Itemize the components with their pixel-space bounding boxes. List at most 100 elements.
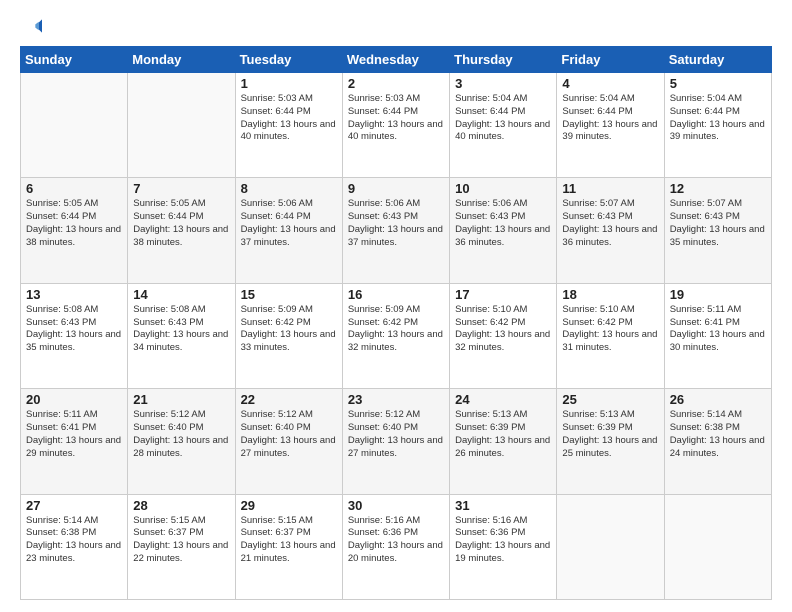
day-number: 15: [241, 287, 337, 302]
calendar-header-thursday: Thursday: [450, 47, 557, 73]
day-number: 20: [26, 392, 122, 407]
cell-info: Sunrise: 5:14 AM Sunset: 6:38 PM Dayligh…: [26, 515, 122, 566]
calendar-cell: [557, 494, 664, 599]
cell-info: Sunrise: 5:11 AM Sunset: 6:41 PM Dayligh…: [670, 304, 766, 355]
day-number: 17: [455, 287, 551, 302]
day-number: 3: [455, 76, 551, 91]
calendar-cell: 27 Sunrise: 5:14 AM Sunset: 6:38 PM Dayli…: [21, 494, 128, 599]
calendar-cell: 12 Sunrise: 5:07 AM Sunset: 6:43 PM Dayli…: [664, 178, 771, 283]
page: SundayMondayTuesdayWednesdayThursdayFrid…: [0, 0, 792, 612]
calendar-cell: 15 Sunrise: 5:09 AM Sunset: 6:42 PM Dayli…: [235, 283, 342, 388]
calendar-week-row: 6 Sunrise: 5:05 AM Sunset: 6:44 PM Daylig…: [21, 178, 772, 283]
calendar-cell: 1Sunrise: 5:03 AM Sunset: 6:44 PM Daylig…: [235, 73, 342, 178]
cell-info: Sunrise: 5:06 AM Sunset: 6:44 PM Dayligh…: [241, 198, 337, 249]
calendar-cell: 31 Sunrise: 5:16 AM Sunset: 6:36 PM Dayli…: [450, 494, 557, 599]
cell-info: Sunrise: 5:16 AM Sunset: 6:36 PM Dayligh…: [455, 515, 551, 566]
cell-info: Sunrise: 5:15 AM Sunset: 6:37 PM Dayligh…: [241, 515, 337, 566]
calendar-cell: 3 Sunrise: 5:04 AM Sunset: 6:44 PM Daylig…: [450, 73, 557, 178]
day-number: 10: [455, 181, 551, 196]
day-number: 23: [348, 392, 444, 407]
calendar-cell: [664, 494, 771, 599]
cell-info: Sunrise: 5:07 AM Sunset: 6:43 PM Dayligh…: [562, 198, 658, 249]
calendar-cell: 16Sunrise: 5:09 AM Sunset: 6:42 PM Dayli…: [342, 283, 449, 388]
calendar-header-wednesday: Wednesday: [342, 47, 449, 73]
day-number: 2: [348, 76, 444, 91]
cell-info: Sunrise: 5:08 AM Sunset: 6:43 PM Dayligh…: [26, 304, 122, 355]
cell-info: Sunrise: 5:15 AM Sunset: 6:37 PM Dayligh…: [133, 515, 229, 566]
logo-icon: [22, 16, 42, 36]
cell-info: Sunrise: 5:12 AM Sunset: 6:40 PM Dayligh…: [133, 409, 229, 460]
calendar-cell: [128, 73, 235, 178]
calendar-week-row: 13 Sunrise: 5:08 AM Sunset: 6:43 PM Dayli…: [21, 283, 772, 388]
day-number: 11: [562, 181, 658, 196]
cell-info: Sunrise: 5:13 AM Sunset: 6:39 PM Dayligh…: [455, 409, 551, 460]
calendar-cell: 10 Sunrise: 5:06 AM Sunset: 6:43 PM Dayli…: [450, 178, 557, 283]
day-number: 4: [562, 76, 658, 91]
day-number: 28: [133, 498, 229, 513]
cell-info: Sunrise: 5:06 AM Sunset: 6:43 PM Dayligh…: [455, 198, 551, 249]
calendar-week-row: 1 Sunrise: 5:03 AM Sunset: 6:44 PM Daylig…: [21, 73, 772, 178]
day-number: 7: [133, 181, 229, 196]
cell-info: Sunrise: 5:14 AM Sunset: 6:38 PM Dayligh…: [670, 409, 766, 460]
calendar-cell: 20 Sunrise: 5:11 AM Sunset: 6:41 PM Dayli…: [21, 389, 128, 494]
day-number: 18: [562, 287, 658, 302]
day-number: 14: [133, 287, 229, 302]
calendar-cell: 13 Sunrise: 5:08 AM Sunset: 6:43 PM Dayli…: [21, 283, 128, 388]
day-number: 16: [348, 287, 444, 302]
cell-info: Sunrise: 5:04 AM Sunset: 6:44 PM Dayligh…: [670, 93, 766, 144]
calendar-cell: 30Sunrise: 5:16 AM Sunset: 6:36 PM Dayli…: [342, 494, 449, 599]
logo: [20, 16, 42, 36]
cell-info: Sunrise: 5:07 AM Sunset: 6:43 PM Dayligh…: [670, 198, 766, 249]
day-number: 29: [241, 498, 337, 513]
calendar-cell: 25Sunrise: 5:13 AM Sunset: 6:39 PM Dayli…: [557, 389, 664, 494]
calendar-cell: 23Sunrise: 5:12 AM Sunset: 6:40 PM Dayli…: [342, 389, 449, 494]
calendar-cell: 19Sunrise: 5:11 AM Sunset: 6:41 PM Dayli…: [664, 283, 771, 388]
calendar: SundayMondayTuesdayWednesdayThursdayFrid…: [20, 46, 772, 600]
day-number: 1: [241, 76, 337, 91]
cell-info: Sunrise: 5:05 AM Sunset: 6:44 PM Dayligh…: [26, 198, 122, 249]
calendar-cell: 2 Sunrise: 5:03 AM Sunset: 6:44 PM Daylig…: [342, 73, 449, 178]
day-number: 13: [26, 287, 122, 302]
cell-info: Sunrise: 5:11 AM Sunset: 6:41 PM Dayligh…: [26, 409, 122, 460]
cell-info: Sunrise: 5:09 AM Sunset: 6:42 PM Dayligh…: [241, 304, 337, 355]
calendar-cell: 18 Sunrise: 5:10 AM Sunset: 6:42 PM Dayli…: [557, 283, 664, 388]
day-number: 31: [455, 498, 551, 513]
day-number: 27: [26, 498, 122, 513]
calendar-cell: 14 Sunrise: 5:08 AM Sunset: 6:43 PM Dayli…: [128, 283, 235, 388]
calendar-cell: 22 Sunrise: 5:12 AM Sunset: 6:40 PM Dayli…: [235, 389, 342, 494]
day-number: 22: [241, 392, 337, 407]
calendar-cell: 8 Sunrise: 5:06 AM Sunset: 6:44 PM Daylig…: [235, 178, 342, 283]
day-number: 26: [670, 392, 766, 407]
calendar-cell: 11 Sunrise: 5:07 AM Sunset: 6:43 PM Dayli…: [557, 178, 664, 283]
calendar-cell: 17Sunrise: 5:10 AM Sunset: 6:42 PM Dayli…: [450, 283, 557, 388]
day-number: 5: [670, 76, 766, 91]
cell-info: Sunrise: 5:08 AM Sunset: 6:43 PM Dayligh…: [133, 304, 229, 355]
cell-info: Sunrise: 5:04 AM Sunset: 6:44 PM Dayligh…: [455, 93, 551, 144]
calendar-header-saturday: Saturday: [664, 47, 771, 73]
day-number: 30: [348, 498, 444, 513]
calendar-header-friday: Friday: [557, 47, 664, 73]
calendar-cell: 28 Sunrise: 5:15 AM Sunset: 6:37 PM Dayli…: [128, 494, 235, 599]
calendar-header-sunday: Sunday: [21, 47, 128, 73]
day-number: 8: [241, 181, 337, 196]
day-number: 9: [348, 181, 444, 196]
calendar-header-row: SundayMondayTuesdayWednesdayThursdayFrid…: [21, 47, 772, 73]
cell-info: Sunrise: 5:10 AM Sunset: 6:42 PM Dayligh…: [562, 304, 658, 355]
day-number: 24: [455, 392, 551, 407]
calendar-cell: 9 Sunrise: 5:06 AM Sunset: 6:43 PM Daylig…: [342, 178, 449, 283]
calendar-cell: 5 Sunrise: 5:04 AM Sunset: 6:44 PM Daylig…: [664, 73, 771, 178]
day-number: 12: [670, 181, 766, 196]
calendar-cell: 24 Sunrise: 5:13 AM Sunset: 6:39 PM Dayli…: [450, 389, 557, 494]
calendar-cell: 29 Sunrise: 5:15 AM Sunset: 6:37 PM Dayli…: [235, 494, 342, 599]
calendar-cell: 7Sunrise: 5:05 AM Sunset: 6:44 PM Daylig…: [128, 178, 235, 283]
cell-info: Sunrise: 5:03 AM Sunset: 6:44 PM Dayligh…: [348, 93, 444, 144]
cell-info: Sunrise: 5:06 AM Sunset: 6:43 PM Dayligh…: [348, 198, 444, 249]
day-number: 25: [562, 392, 658, 407]
cell-info: Sunrise: 5:12 AM Sunset: 6:40 PM Dayligh…: [241, 409, 337, 460]
calendar-header-tuesday: Tuesday: [235, 47, 342, 73]
calendar-header-monday: Monday: [128, 47, 235, 73]
calendar-cell: 21Sunrise: 5:12 AM Sunset: 6:40 PM Dayli…: [128, 389, 235, 494]
calendar-cell: 26 Sunrise: 5:14 AM Sunset: 6:38 PM Dayli…: [664, 389, 771, 494]
calendar-week-row: 27 Sunrise: 5:14 AM Sunset: 6:38 PM Dayli…: [21, 494, 772, 599]
day-number: 6: [26, 181, 122, 196]
